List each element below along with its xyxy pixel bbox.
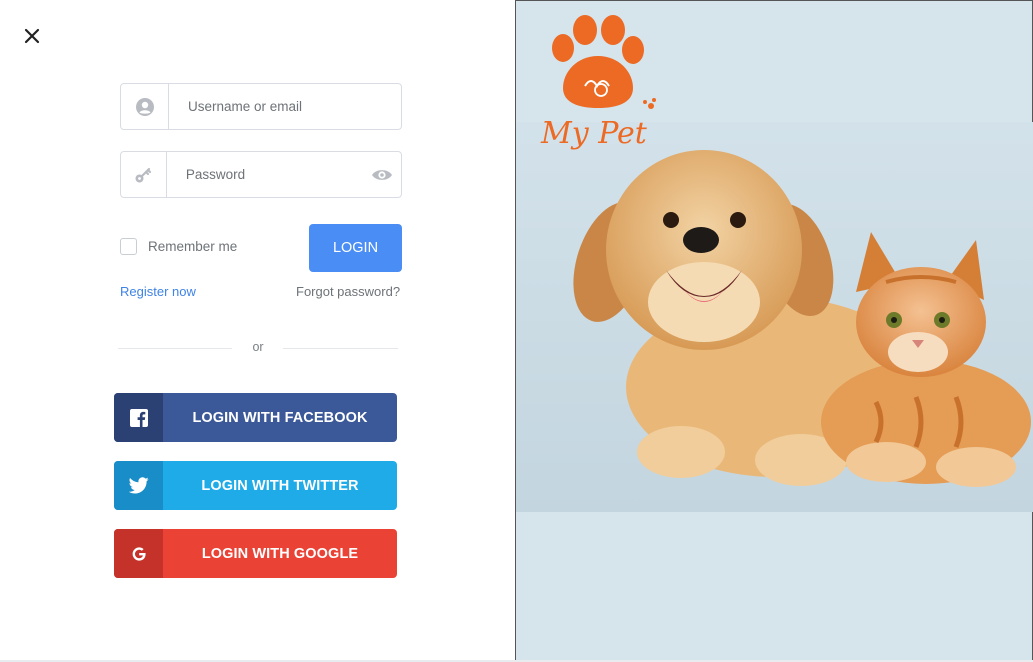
facebook-icon [114, 393, 163, 442]
pets-photo [516, 122, 1033, 512]
username-field [120, 83, 402, 130]
paw-logo-icon: My Pet [540, 15, 656, 151]
logo-text: My Pet [540, 116, 648, 151]
google-login-label: LOGIN WITH GOOGLE [201, 545, 359, 562]
google-icon [114, 529, 163, 578]
twitter-icon [114, 461, 163, 510]
user-icon [121, 84, 169, 129]
twitter-login-label: LOGIN WITH TWITTER [201, 477, 359, 494]
password-input[interactable] [166, 152, 363, 197]
close-icon[interactable] [20, 24, 44, 48]
password-field [120, 151, 402, 198]
username-input[interactable] [169, 84, 401, 129]
divider-left [118, 348, 232, 349]
facebook-login-button[interactable]: LOGIN WITH FACEBOOK [114, 393, 397, 442]
google-login-button[interactable]: LOGIN WITH GOOGLE [114, 529, 397, 578]
facebook-login-label: LOGIN WITH FACEBOOK [192, 409, 368, 426]
login-panel: Remember me LOGIN Register now Forgot pa… [0, 0, 515, 662]
twitter-login-button[interactable]: LOGIN WITH TWITTER [114, 461, 397, 510]
forgot-password-link[interactable]: Forgot password? [296, 284, 400, 299]
divider-right [283, 348, 398, 349]
eye-icon[interactable] [363, 152, 401, 197]
key-icon [121, 152, 167, 197]
register-link[interactable]: Register now [120, 284, 196, 299]
my-pet-logo: My Pet [525, 8, 665, 156]
remember-label: Remember me [148, 239, 238, 254]
remember-checkbox[interactable] [120, 238, 137, 255]
login-button[interactable]: LOGIN [309, 224, 402, 272]
or-separator: or [252, 340, 264, 354]
remember-me: Remember me [120, 238, 237, 255]
